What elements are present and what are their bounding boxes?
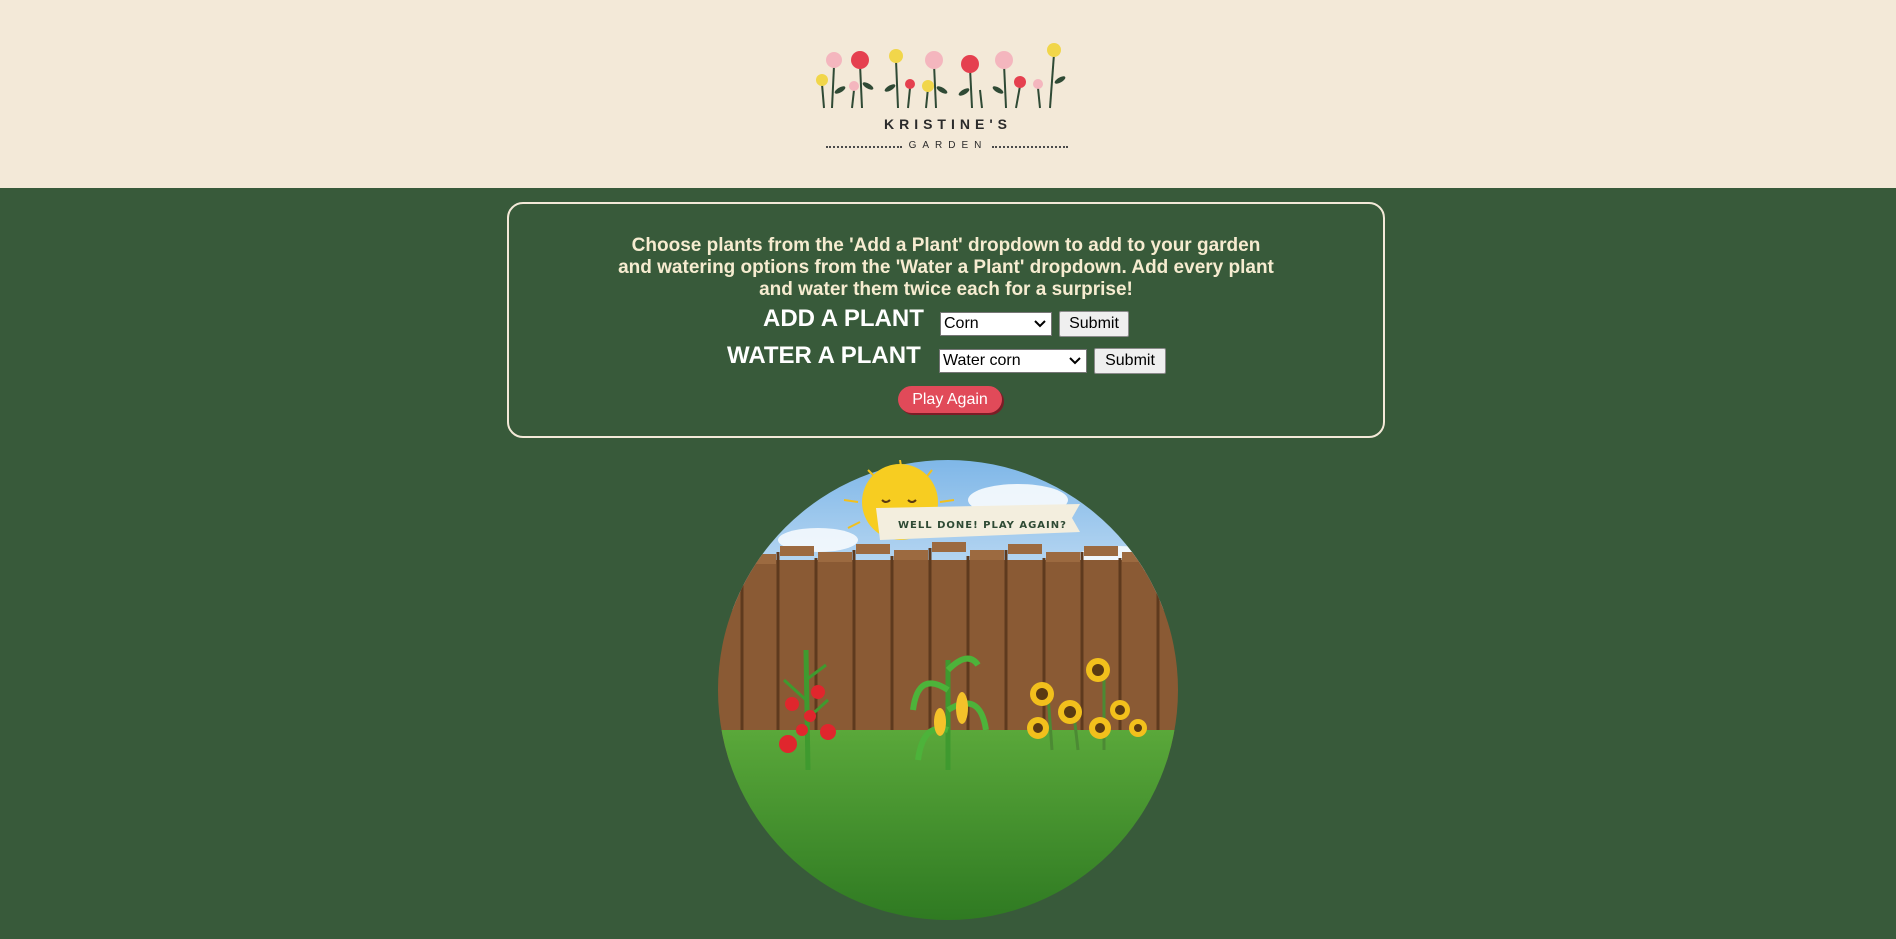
chevron-down-icon <box>1034 320 1046 328</box>
play-again-button[interactable]: Play Again <box>898 386 1002 413</box>
instructions: Choose plants from the 'Add a Plant' dro… <box>509 235 1383 301</box>
add-plant-select[interactable]: Corn <box>940 312 1052 336</box>
banner-text: WELL DONE! PLAY AGAIN? <box>898 520 1067 531</box>
water-plant-select[interactable]: Water corn <box>939 349 1087 373</box>
water-plant-submit-button[interactable]: Submit <box>1094 348 1166 374</box>
header: KRISTINE'S GARDEN <box>0 0 1896 188</box>
logo: KRISTINE'S GARDEN <box>810 40 1090 160</box>
logo-divider <box>992 146 1068 148</box>
instructions-line: and watering options from the 'Water a P… <box>618 257 1274 278</box>
chevron-down-icon <box>1069 357 1081 365</box>
add-plant-selected: Corn <box>944 315 979 332</box>
water-plant-label: WATER A PLANT <box>727 342 921 369</box>
garden-image: WELL DONE! PLAY AGAIN? <box>718 460 1178 920</box>
control-panel: Choose plants from the 'Add a Plant' dro… <box>507 202 1385 438</box>
logo-title: KRISTINE'S <box>883 116 1012 132</box>
instructions-line: Choose plants from the 'Add a Plant' dro… <box>631 235 1261 256</box>
water-plant-selected: Water corn <box>943 352 1021 369</box>
add-plant-submit-button[interactable]: Submit <box>1059 311 1129 337</box>
flower-icon <box>816 43 1066 109</box>
add-plant-label: ADD A PLANT <box>763 305 924 332</box>
instructions-line: and water them twice each for a surprise… <box>759 279 1133 300</box>
